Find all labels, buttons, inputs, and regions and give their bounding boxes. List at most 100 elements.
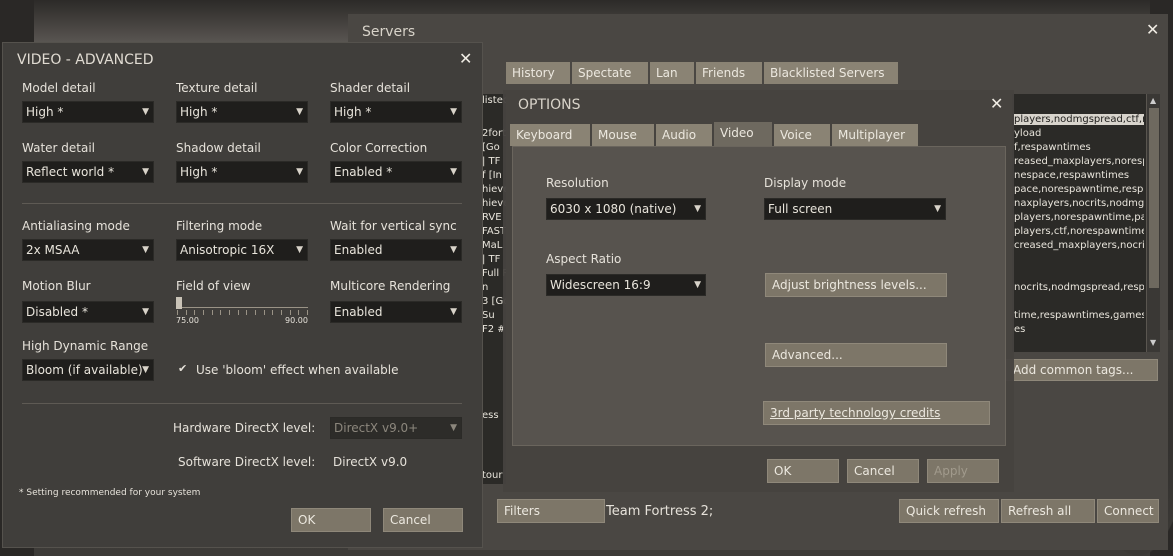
resolution-label: Resolution: [546, 176, 609, 190]
field-of-view-label: Field of view: [176, 279, 251, 293]
bloom-checkbox-label[interactable]: Use 'bloom' effect when available: [196, 363, 399, 377]
third-party-credits-button[interactable]: 3rd party technology credits: [763, 401, 990, 425]
tab-keyboard[interactable]: Keyboard: [510, 124, 590, 146]
chevron-down-icon: ▼: [450, 107, 457, 117]
slider-tick: [194, 310, 196, 315]
server-row-tags[interactable]: f,respawntimes: [1014, 142, 1144, 153]
chevron-down-icon: ▼: [450, 307, 457, 317]
tab-mouse[interactable]: Mouse: [592, 124, 654, 146]
server-row-tags[interactable]: players,norespawntime,payl: [1014, 212, 1144, 223]
water-detail-label: Water detail: [22, 141, 96, 155]
model-detail-dropdown[interactable]: High * ▼: [22, 101, 154, 123]
shadow-detail-dropdown[interactable]: High * ▼: [176, 161, 308, 183]
server-row-tags[interactable]: time,respawntimes,gamespac: [1014, 310, 1144, 321]
motion-blur-dropdown[interactable]: Disabled * ▼: [22, 301, 154, 323]
tab-lan[interactable]: Lan: [650, 62, 694, 84]
server-row-tags[interactable]: es: [1014, 324, 1144, 335]
add-common-tags-button[interactable]: Add common tags...: [1006, 359, 1158, 381]
chevron-down-icon: ▼: [450, 423, 457, 433]
water-detail-dropdown[interactable]: Reflect world * ▼: [22, 161, 154, 183]
slider-thumb[interactable]: [176, 297, 182, 309]
section-divider: [22, 203, 462, 204]
multicore-rendering-dropdown[interactable]: Enabled ▼: [330, 301, 462, 323]
slider-tick: [272, 310, 274, 315]
fov-max-label: 90.00: [285, 316, 308, 325]
slider-tick: [203, 310, 204, 315]
texture-detail-dropdown[interactable]: High * ▼: [176, 101, 308, 123]
server-row-tags[interactable]: nocrits,nodmgspread,respa: [1014, 282, 1144, 293]
tab-spectate[interactable]: Spectate: [572, 62, 648, 84]
checkmark-icon: ✔: [178, 362, 188, 375]
section-divider: [22, 403, 462, 404]
scrollbar-thumb[interactable]: [1149, 108, 1159, 288]
hdr-label: High Dynamic Range: [22, 339, 149, 353]
display-mode-dropdown[interactable]: Full screen ▼: [764, 198, 946, 220]
shader-detail-dropdown[interactable]: High * ▼: [330, 101, 462, 123]
hdr-dropdown[interactable]: Bloom (if available) ▼: [22, 359, 154, 381]
adjust-brightness-button[interactable]: Adjust brightness levels...: [765, 273, 947, 297]
chevron-down-icon: ▼: [296, 167, 303, 177]
water-detail-value: Reflect world *: [26, 165, 115, 179]
antialiasing-mode-label: Antialiasing mode: [22, 219, 130, 233]
tab-blacklisted-servers[interactable]: Blacklisted Servers: [764, 62, 898, 84]
tab-friends[interactable]: Friends: [696, 62, 762, 84]
video-advanced-ok-button[interactable]: OK: [291, 508, 371, 532]
bloom-checkbox[interactable]: ✔: [178, 362, 190, 376]
video-advanced-close-icon[interactable]: ✕: [459, 51, 472, 67]
aspect-ratio-dropdown[interactable]: Widescreen 16:9 ▼: [546, 274, 706, 296]
chevron-down-icon: ▼: [142, 245, 149, 255]
tab-audio[interactable]: Audio: [656, 124, 712, 146]
filtering-mode-label: Filtering mode: [176, 219, 263, 233]
server-row-tags[interactable]: nespace,respawntimes: [1014, 170, 1144, 181]
scrollbar-up-icon[interactable]: ▲: [1150, 96, 1156, 105]
chevron-down-icon: ▼: [450, 167, 457, 177]
slider-tick: [177, 310, 178, 315]
motion-blur-label: Motion Blur: [22, 279, 91, 293]
server-row-tags[interactable]: yload: [1014, 128, 1144, 139]
antialiasing-mode-dropdown[interactable]: 2x MSAA ▼: [22, 239, 154, 261]
scrollbar-down-icon[interactable]: ▼: [1150, 338, 1156, 347]
vertical-sync-dropdown[interactable]: Enabled ▼: [330, 239, 462, 261]
resolution-dropdown[interactable]: 6030 x 1080 (native) ▼: [546, 198, 706, 220]
server-row-tags[interactable]: creased_maxplayers,nocrits,: [1014, 240, 1144, 251]
quick-refresh-button[interactable]: Quick refresh: [899, 499, 999, 523]
connect-button[interactable]: Connect: [1097, 499, 1159, 523]
advanced-button[interactable]: Advanced...: [765, 343, 947, 367]
options-close-icon[interactable]: ✕: [990, 96, 1003, 112]
video-advanced-cancel-button[interactable]: Cancel: [383, 508, 463, 532]
hardware-directx-dropdown[interactable]: DirectX v9.0+ ▼: [330, 417, 462, 439]
field-of-view-slider[interactable]: [176, 296, 308, 316]
options-apply-button[interactable]: Apply: [927, 459, 999, 483]
filtering-mode-dropdown[interactable]: Anisotropic 16X ▼: [176, 239, 308, 261]
server-row-tags[interactable]: reased_maxplayers,norespa: [1014, 156, 1144, 167]
chevron-down-icon: ▼: [142, 365, 149, 375]
tab-voice[interactable]: Voice: [774, 124, 830, 146]
vertical-sync-value: Enabled: [334, 243, 383, 257]
tab-history[interactable]: History: [506, 62, 570, 84]
server-row-tags[interactable]: naxplayers,nocrits,nodmgsp: [1014, 198, 1144, 209]
filters-button[interactable]: Filters: [497, 499, 605, 523]
servers-close-icon[interactable]: ✕: [1146, 22, 1159, 38]
chevron-down-icon: ▼: [296, 107, 303, 117]
server-row-tags[interactable]: pace,norespawntime,respaw: [1014, 184, 1144, 195]
tab-video[interactable]: Video: [714, 122, 772, 146]
color-correction-dropdown[interactable]: Enabled * ▼: [330, 161, 462, 183]
color-correction-value: Enabled *: [334, 165, 393, 179]
shadow-detail-value: High *: [180, 165, 218, 179]
server-list-scrollbar[interactable]: ▲ ▼: [1146, 94, 1160, 352]
server-row-tags[interactable]: players,nodmgspread,ctf,n...: [1014, 114, 1144, 125]
options-cancel-button[interactable]: Cancel: [847, 459, 919, 483]
server-row-tags[interactable]: players,ctf,norespawntime,: [1014, 226, 1144, 237]
shader-detail-label: Shader detail: [330, 81, 411, 95]
chevron-down-icon: ▼: [296, 245, 303, 255]
multicore-rendering-label: Multicore Rendering: [330, 279, 451, 293]
options-ok-button[interactable]: OK: [767, 459, 839, 483]
aspect-ratio-label: Aspect Ratio: [546, 252, 622, 266]
video-advanced-title: VIDEO - ADVANCED: [17, 52, 154, 68]
aspect-ratio-value: Widescreen 16:9: [550, 278, 651, 292]
slider-tick: [185, 310, 187, 315]
refresh-all-button[interactable]: Refresh all: [1001, 499, 1095, 523]
tab-multiplayer[interactable]: Multiplayer: [832, 124, 918, 146]
software-directx-label: Software DirectX level:: [178, 455, 316, 469]
slider-tick: [229, 310, 230, 315]
